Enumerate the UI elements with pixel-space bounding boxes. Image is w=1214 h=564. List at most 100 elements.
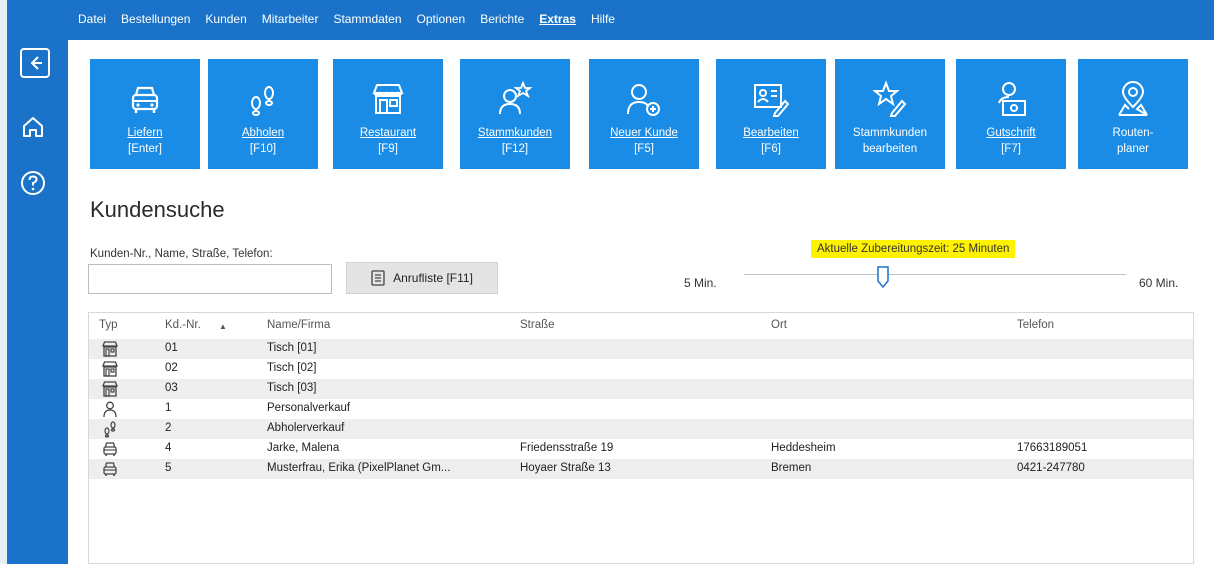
edit-star-icon [872, 80, 907, 117]
ribbon-button-label: Routen-planer [1113, 125, 1154, 157]
cell-kd-nr: 5 [165, 462, 172, 474]
menu-item-stammdaten[interactable]: Stammdaten [333, 12, 401, 26]
ribbon-button-abholen[interactable]: Abholen [F10] [208, 59, 318, 169]
cell-kd-nr: 03 [165, 382, 178, 394]
cell-name: Musterfrau, Erika (PixelPlanet Gm... [267, 462, 451, 474]
ribbon-label-line2: [Enter] [128, 143, 162, 155]
cell-name: Tisch [02] [267, 362, 317, 374]
cell-name: Personalverkauf [267, 402, 351, 414]
ribbon-button-stammkunden[interactable]: Stammkunden [F12] [460, 59, 570, 169]
footprints-icon [251, 86, 274, 116]
col-kd-nr-header[interactable]: Kd.-Nr. [165, 319, 201, 331]
edit-card-icon [754, 84, 790, 117]
menu-item-berichte[interactable]: Berichte [480, 12, 524, 26]
ribbon-button-gutschrift[interactable]: Gutschrift [F7] [956, 59, 1066, 169]
cell-name: Jarke, Malena [267, 442, 340, 454]
table-row[interactable]: 1 Personalverkauf [89, 399, 1193, 419]
restaurant-icon [372, 84, 404, 114]
menu-item-extras[interactable]: Extras [539, 12, 576, 26]
table-row[interactable]: 4 Jarke, Malena Friedensstraße 19 Heddeshei… [89, 439, 1193, 459]
ribbon-label-line2: [F6] [761, 143, 781, 155]
phone-list-icon [371, 270, 385, 286]
ribbon-label-line2: [F5] [634, 143, 654, 155]
ribbon-button-label: Abholen [F10] [242, 125, 284, 157]
sort-ascending-icon: ▲ [219, 322, 227, 331]
restaurant-type-icon [102, 361, 118, 377]
ribbon-label-line2: [F7] [1001, 143, 1021, 155]
app-window: Datei Bestellungen Kunden Mitarbeiter Stammd… [0, 0, 1214, 564]
ribbon-button-stammkunden[interactable]: Stammkunden bearbeiten [835, 59, 945, 169]
ribbon-label-line1: Neuer Kunde [610, 127, 678, 139]
ribbon-label-line1: Stammkunden [852, 127, 928, 139]
col-typ-header[interactable]: Typ [99, 319, 118, 331]
cell-telefon: 0421-247780 [1017, 462, 1085, 474]
ribbon-button-neuer-kunde[interactable]: Neuer Kunde [F5] [589, 59, 699, 169]
col-telefon-header[interactable]: Telefon [1017, 319, 1054, 331]
table-row[interactable]: 01 Tisch [01] [89, 339, 1193, 359]
table-row[interactable]: 02 Tisch [02] [89, 359, 1193, 379]
help-icon [21, 171, 45, 195]
menu-item-datei[interactable]: Datei [78, 12, 106, 26]
ribbon-button-bearbeiten[interactable]: Bearbeiten [F6] [716, 59, 826, 169]
ribbon-button-label: Neuer Kunde [F5] [610, 125, 678, 157]
ribbon-button-label: Stammkunden bearbeiten [853, 125, 927, 157]
menu-item-kunden[interactable]: Kunden [205, 12, 246, 26]
table-row[interactable]: 5 Musterfrau, Erika (PixelPlanet Gm... Hoy… [89, 459, 1193, 479]
prep-time-label: Aktuelle Zubereitungszeit: 25 Minuten [811, 240, 1016, 258]
ribbon-button-label: Restaurant [F9] [360, 125, 416, 157]
menu-bar: Datei Bestellungen Kunden Mitarbeiter Stammd… [68, 0, 1214, 40]
menu-item-optionen[interactable]: Optionen [417, 12, 466, 26]
restaurant-type-icon [102, 341, 118, 357]
add-customer-icon [627, 84, 660, 116]
call-list-label: Anrufliste [F11] [393, 271, 473, 285]
page-title: Kundensuche [90, 197, 225, 222]
search-label: Kunden-Nr., Name, Straße, Telefon: [90, 248, 273, 260]
person-type-icon [103, 401, 117, 418]
cell-kd-nr: 2 [165, 422, 172, 434]
ribbon-label-line1: Liefern [127, 127, 163, 139]
delivery-type-icon [103, 442, 117, 456]
ribbon-label-line1: Stammkunden [477, 127, 553, 139]
table-row[interactable]: 03 Tisch [03] [89, 379, 1193, 399]
col-name-header[interactable]: Name/Firma [267, 319, 330, 331]
ribbon-button-label: Gutschrift [F7] [986, 125, 1035, 157]
cell-name: Tisch [01] [267, 342, 317, 354]
cell-ort: Bremen [771, 462, 812, 474]
ribbon-label-line2: [F10] [249, 143, 277, 155]
ribbon-button-restaurant[interactable]: Restaurant [F9] [333, 59, 443, 169]
cell-kd-nr: 4 [165, 442, 172, 454]
ribbon-button-liefern[interactable]: Liefern [Enter] [90, 59, 200, 169]
back-button[interactable] [20, 48, 50, 78]
call-list-button[interactable]: Anrufliste [F11] [346, 262, 498, 294]
route-icon [1118, 81, 1148, 116]
rail-edge [0, 0, 7, 564]
ribbon-label-line2: bearbeiten [862, 143, 918, 155]
menu-item-mitarbeiter[interactable]: Mitarbeiter [262, 12, 319, 26]
prep-time-slider-thumb[interactable] [877, 266, 889, 288]
menu-item-hilfe[interactable]: Hilfe [591, 12, 615, 26]
customer-table: Typ Kd.-Nr. ▲ Name/Firma Straße Ort Telefon 01… [88, 312, 1194, 564]
ribbon-label-line2: [F12] [501, 143, 529, 155]
cell-name: Abholerverkauf [267, 422, 345, 434]
ribbon-label-line2: planer [1117, 143, 1149, 155]
customer-search-input[interactable] [88, 264, 332, 294]
cell-kd-nr: 1 [165, 402, 172, 414]
ribbon-label-line1: Abholen [241, 127, 285, 139]
cell-name: Tisch [03] [267, 382, 317, 394]
car-icon [131, 86, 159, 113]
delivery-type-icon [103, 462, 117, 476]
ribbon-button-label: Liefern [Enter] [127, 125, 162, 157]
pickup-type-icon [104, 421, 116, 438]
col-ort-header[interactable]: Ort [771, 319, 787, 331]
slider-min-label: 5 Min. [684, 276, 717, 290]
prep-time-slider-track[interactable] [744, 274, 1126, 275]
ribbon-button-label: Stammkunden [F12] [478, 125, 552, 157]
ribbon-button-routen[interactable]: Routen-planer [1078, 59, 1188, 169]
help-button[interactable] [16, 166, 50, 200]
col-strasse-header[interactable]: Straße [520, 319, 555, 331]
ribbon-label-line1: Routen- [1112, 127, 1154, 139]
ribbon-label-line1: Restaurant [359, 127, 417, 139]
table-row[interactable]: 2 Abholerverkauf [89, 419, 1193, 439]
menu-item-bestellungen[interactable]: Bestellungen [121, 12, 190, 26]
home-button[interactable] [16, 110, 50, 144]
